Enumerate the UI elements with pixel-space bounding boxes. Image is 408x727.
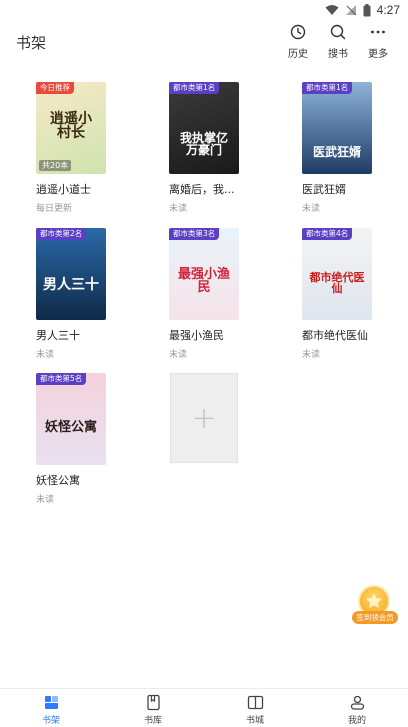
nav-library[interactable]: 书库 [102, 689, 204, 727]
status-icons: 4:27 [325, 2, 400, 18]
open-book-icon [247, 695, 263, 710]
book-card[interactable]: 医武狂婿 都市类第1名 医武狂婿 未读 [302, 82, 408, 214]
battery-icon [363, 3, 371, 16]
status-bar: 4:27 [0, 0, 408, 20]
book-status: 未读 [36, 350, 55, 360]
bookshelf-icon [44, 696, 58, 709]
book-cover: 最强小渔民 都市类第3名 [169, 228, 239, 320]
nav-label: 书库 [143, 716, 162, 726]
book-card[interactable]: 都市绝代医仙 都市类第4名 都市绝代医仙 未读 [302, 228, 408, 360]
clock-icon [290, 24, 306, 40]
more-label: 更多 [368, 49, 388, 60]
more-icon [371, 30, 385, 34]
book-title: 离婚后，我... [169, 183, 235, 196]
cover-title: 我执掌亿万豪门 [179, 131, 228, 157]
search-icon [330, 24, 346, 40]
rank-badge: 都市类第5名 [36, 373, 87, 385]
vip-signin-label: 签到领会员 [352, 611, 398, 624]
rank-badge: 都市类第2名 [36, 228, 87, 240]
nav-label: 我的 [347, 716, 366, 726]
book-status: 未读 [169, 204, 188, 214]
search-book-button[interactable]: 搜书 [318, 23, 358, 60]
book-cover: 男人三十 都市类第2名 [36, 228, 106, 320]
book-card[interactable]: 我执掌亿万豪门 都市类第1名 离婚后，我... 未读 [169, 82, 289, 214]
header-actions: 历史 搜书 更多 [278, 23, 398, 60]
nav-bookshelf[interactable]: 书架 [0, 689, 102, 727]
plus-icon: + [191, 400, 217, 436]
header: 书架 历史 搜书 更多 [0, 20, 408, 66]
book-status: 未读 [302, 350, 321, 360]
history-button[interactable]: 历史 [278, 23, 318, 60]
add-book-button[interactable]: + [170, 373, 238, 463]
rank-badge: 都市类第1名 [169, 82, 220, 94]
book-title: 男人三十 [36, 329, 80, 342]
book-status: 每日更新 [36, 204, 73, 214]
book-cover: 我执掌亿万豪门 都市类第1名 [169, 82, 239, 174]
rank-badge: 都市类第1名 [302, 82, 353, 94]
book-card[interactable]: 妖怪公寓 都市类第5名 妖怪公寓 未读 [36, 373, 156, 505]
nav-label: 书城 [245, 716, 264, 726]
cover-title: 最强小渔民 [177, 267, 230, 295]
nav-profile[interactable]: 我的 [306, 689, 408, 727]
rank-badge: 都市类第4名 [302, 228, 353, 240]
cover-title: 医武狂婿 [312, 145, 361, 159]
history-label: 历史 [288, 49, 308, 60]
nav-label: 书架 [41, 716, 60, 726]
cover-title: 男人三十 [43, 277, 99, 293]
book-status: 未读 [169, 350, 188, 360]
page-title: 书架 [16, 34, 47, 52]
library-icon [146, 694, 160, 711]
book-cover: 妖怪公寓 都市类第5名 [36, 373, 106, 465]
rank-badge: 都市类第3名 [169, 228, 220, 240]
book-cover: 逍遥小村长 今日推荐 共20本 [36, 82, 106, 174]
cover-title: 妖怪公寓 [44, 420, 97, 435]
search-book-label: 搜书 [328, 49, 348, 60]
signal-icon [345, 5, 356, 16]
profile-icon [350, 695, 364, 710]
book-title: 医武狂婿 [302, 183, 346, 196]
book-card[interactable]: 最强小渔民 都市类第3名 最强小渔民 未读 [169, 228, 289, 360]
book-card[interactable]: 男人三十 都市类第2名 男人三十 未读 [36, 228, 156, 360]
book-cover: 医武狂婿 都市类第1名 [302, 82, 372, 174]
recommend-badge: 今日推荐 [36, 82, 74, 94]
vip-signin-float[interactable]: 签到领会员 [352, 585, 398, 627]
book-title: 逍遥小道士 [36, 183, 91, 196]
book-card[interactable]: 逍遥小村长 今日推荐 共20本 逍遥小道士 每日更新 [36, 82, 156, 214]
status-time: 4:27 [376, 3, 400, 17]
book-title: 都市绝代医仙 [302, 329, 368, 342]
book-count-tag: 共20本 [39, 160, 72, 171]
book-cover: 都市绝代医仙 都市类第4名 [302, 228, 372, 320]
cover-title: 都市绝代医仙 [309, 271, 365, 295]
book-status: 未读 [36, 495, 55, 505]
book-title: 最强小渔民 [169, 329, 224, 342]
book-title: 妖怪公寓 [36, 474, 80, 487]
cover-title: 逍遥小村长 [50, 111, 92, 141]
bottom-nav: 书架 书库 书城 我的 [0, 688, 408, 727]
book-status: 未读 [302, 204, 321, 214]
nav-bookstore[interactable]: 书城 [204, 689, 306, 727]
more-button[interactable]: 更多 [358, 23, 398, 60]
wifi-icon [325, 5, 339, 15]
